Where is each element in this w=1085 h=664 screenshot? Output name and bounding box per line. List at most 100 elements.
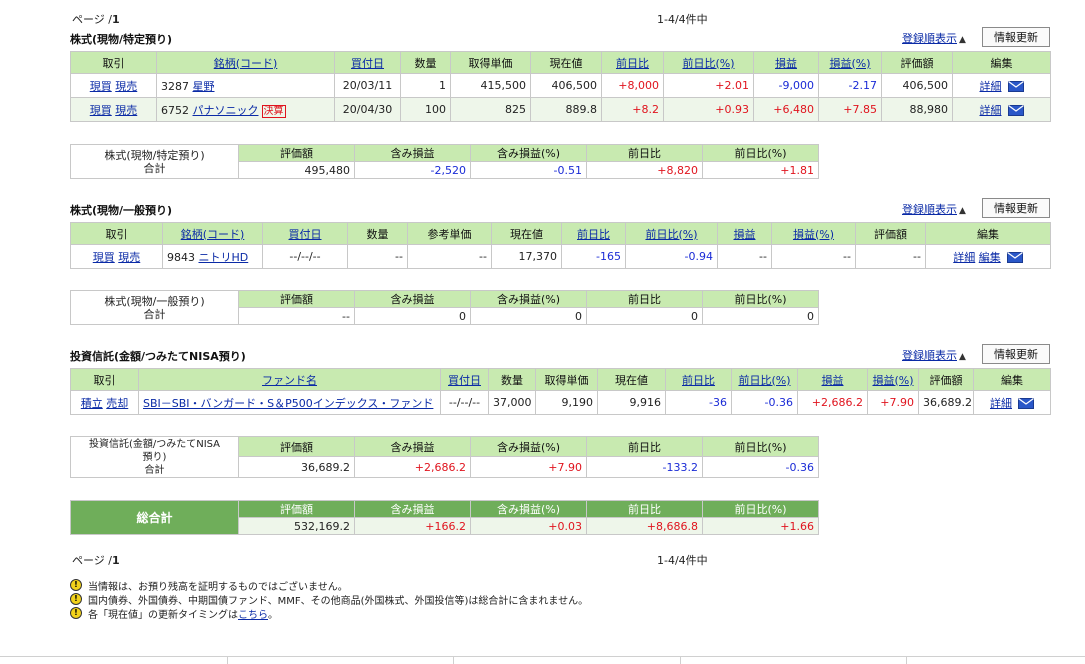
- update-timing-link[interactable]: こちら: [238, 606, 268, 621]
- col-header-sortable[interactable]: 損益(%): [867, 368, 919, 391]
- col-header-sortable[interactable]: ファンド名: [138, 368, 441, 391]
- detail-link[interactable]: 詳細: [980, 80, 1002, 93]
- col-header: 前日比: [586, 436, 703, 457]
- sort-order-link[interactable]: 登録順表示 ▲: [902, 30, 966, 46]
- sell-link[interactable]: 売却: [106, 397, 128, 410]
- sell-link[interactable]: 現売: [115, 80, 137, 93]
- buy-link[interactable]: 現買: [90, 80, 112, 93]
- col-header-sortable[interactable]: 損益: [717, 222, 772, 245]
- pager-bottom: ページ /1: [72, 552, 120, 568]
- summary-value: +2,686.2: [354, 456, 471, 478]
- summary-value: 0: [354, 307, 471, 325]
- result-count-bottom: 1-4/4件中: [657, 554, 708, 567]
- mail-icon[interactable]: [1007, 105, 1024, 116]
- section-title-ippan: 株式(現物/一般預り): [70, 204, 173, 217]
- col-header: 編集: [925, 222, 1051, 245]
- summary-value: 0: [702, 307, 819, 325]
- mail-icon[interactable]: [1007, 81, 1024, 92]
- sort-order-link[interactable]: 登録順表示 ▲: [902, 347, 966, 363]
- col-header: 数量: [400, 51, 451, 74]
- cost-price: 825: [450, 97, 531, 122]
- mail-icon[interactable]: [1018, 398, 1034, 409]
- col-header-sortable[interactable]: 買付日: [262, 222, 348, 245]
- trade-cell: 現買 現売: [70, 97, 157, 122]
- col-header-sortable[interactable]: 買付日: [334, 51, 401, 74]
- grand-total-value: 532,169.2: [238, 517, 355, 535]
- col-header-sortable[interactable]: 損益: [753, 51, 819, 74]
- fund-name-link[interactable]: SBI－SBI・バンガード・S＆P500インデックス・ファンド: [143, 397, 433, 410]
- summary-label: 投資信託(金額/つみたてNISA 預り) 合計: [70, 436, 239, 478]
- col-header-sortable[interactable]: 銘柄(コード): [162, 222, 263, 245]
- profit-loss: --: [717, 244, 772, 269]
- sell-link[interactable]: 現売: [115, 104, 137, 117]
- note-item: ! 当情報は、お預り残高を証明するものではございません。: [70, 578, 588, 593]
- profit-loss-pct: --: [771, 244, 856, 269]
- mail-icon[interactable]: [1006, 252, 1023, 263]
- col-header: 含み損益: [354, 436, 471, 457]
- sell-link[interactable]: 現売: [118, 251, 140, 264]
- buy-date: --/--/--: [440, 390, 489, 415]
- col-header: 評価額: [855, 222, 926, 245]
- refresh-button[interactable]: 情報更新: [982, 344, 1050, 364]
- grand-total-value: +8,686.8: [586, 517, 703, 535]
- edit-link[interactable]: 編集: [979, 251, 1001, 264]
- change: -36: [665, 390, 732, 415]
- stock-name-link[interactable]: 星野: [193, 80, 215, 93]
- sort-order-label: 登録順表示: [902, 349, 957, 362]
- col-header: 前日比: [586, 500, 703, 518]
- col-header-sortable[interactable]: 損益: [797, 368, 868, 391]
- trade-cell: 積立 売却: [70, 390, 139, 415]
- summary-table-tokutei: 株式(現物/特定預り) 合計 評価額 含み損益 含み損益(%) 前日比 前日比(%…: [70, 144, 819, 179]
- detail-link[interactable]: 詳細: [990, 397, 1012, 410]
- col-header-sortable[interactable]: 前日比: [561, 222, 626, 245]
- col-header: 取得単価: [450, 51, 531, 74]
- summary-value: 0: [586, 307, 703, 325]
- stock-code: 9843: [167, 250, 195, 264]
- col-header-sortable[interactable]: 前日比: [665, 368, 732, 391]
- col-header-sortable[interactable]: 買付日: [440, 368, 489, 391]
- stock-name-link[interactable]: パナソニック: [193, 104, 259, 117]
- current-price: 9,916: [597, 390, 666, 415]
- col-header-sortable[interactable]: 前日比: [601, 51, 664, 74]
- warning-icon: !: [70, 579, 82, 591]
- table-row: 現買 現売 6752 パナソニック 決算 20/04/30 100 825 889…: [70, 97, 1051, 122]
- trade-cell: 現買 現売: [70, 244, 163, 269]
- pager-top: ページ /1: [72, 11, 120, 27]
- section-title-funds: 投資信託(金額/つみたてNISA預り): [70, 350, 246, 363]
- earnings-badge[interactable]: 決算: [261, 104, 286, 118]
- detail-link[interactable]: 詳細: [953, 251, 975, 264]
- stock-name-link[interactable]: ニトリHD: [199, 251, 249, 264]
- profit-loss: +6,480: [753, 97, 819, 122]
- current-price: 889.8: [530, 97, 602, 122]
- valuation: 36,689.2: [918, 390, 974, 415]
- col-header: 評価額: [918, 368, 974, 391]
- footer-tick: [680, 656, 681, 664]
- col-header-sortable[interactable]: 銘柄(コード): [156, 51, 335, 74]
- grand-total-table: 総合計 評価額 含み損益 含み損益(%) 前日比 前日比(%) 532,169.…: [70, 500, 819, 535]
- col-header: 現在値: [597, 368, 666, 391]
- col-header: 評価額: [238, 500, 355, 518]
- buy-link[interactable]: 現買: [93, 251, 115, 264]
- buy-date: 20/03/11: [334, 73, 401, 98]
- warning-icon: !: [70, 593, 82, 605]
- buy-link[interactable]: 現買: [90, 104, 112, 117]
- col-header: 前日比(%): [702, 436, 819, 457]
- col-header-sortable[interactable]: 損益(%): [771, 222, 856, 245]
- col-header-sortable[interactable]: 前日比(%): [731, 368, 798, 391]
- grand-total-label: 総合計: [70, 500, 239, 535]
- detail-link[interactable]: 詳細: [980, 104, 1002, 117]
- col-header-sortable[interactable]: 損益(%): [818, 51, 882, 74]
- accumulate-link[interactable]: 積立: [81, 397, 103, 410]
- col-header-sortable[interactable]: 前日比(%): [663, 51, 754, 74]
- sort-triangle-icon: ▲: [959, 352, 966, 362]
- edit-cell: 詳細: [952, 97, 1051, 122]
- footer-tick: [906, 656, 907, 664]
- summary-label-line2: 合計: [143, 161, 166, 175]
- sort-order-link[interactable]: 登録順表示 ▲: [902, 201, 966, 217]
- col-header: 前日比(%): [702, 290, 819, 308]
- stock-cell: 9843 ニトリHD: [162, 244, 263, 269]
- col-header-sortable[interactable]: 前日比(%): [625, 222, 718, 245]
- refresh-button[interactable]: 情報更新: [982, 198, 1050, 218]
- summary-label-line1: 株式(現物/一般預り): [104, 294, 205, 308]
- refresh-button[interactable]: 情報更新: [982, 27, 1050, 47]
